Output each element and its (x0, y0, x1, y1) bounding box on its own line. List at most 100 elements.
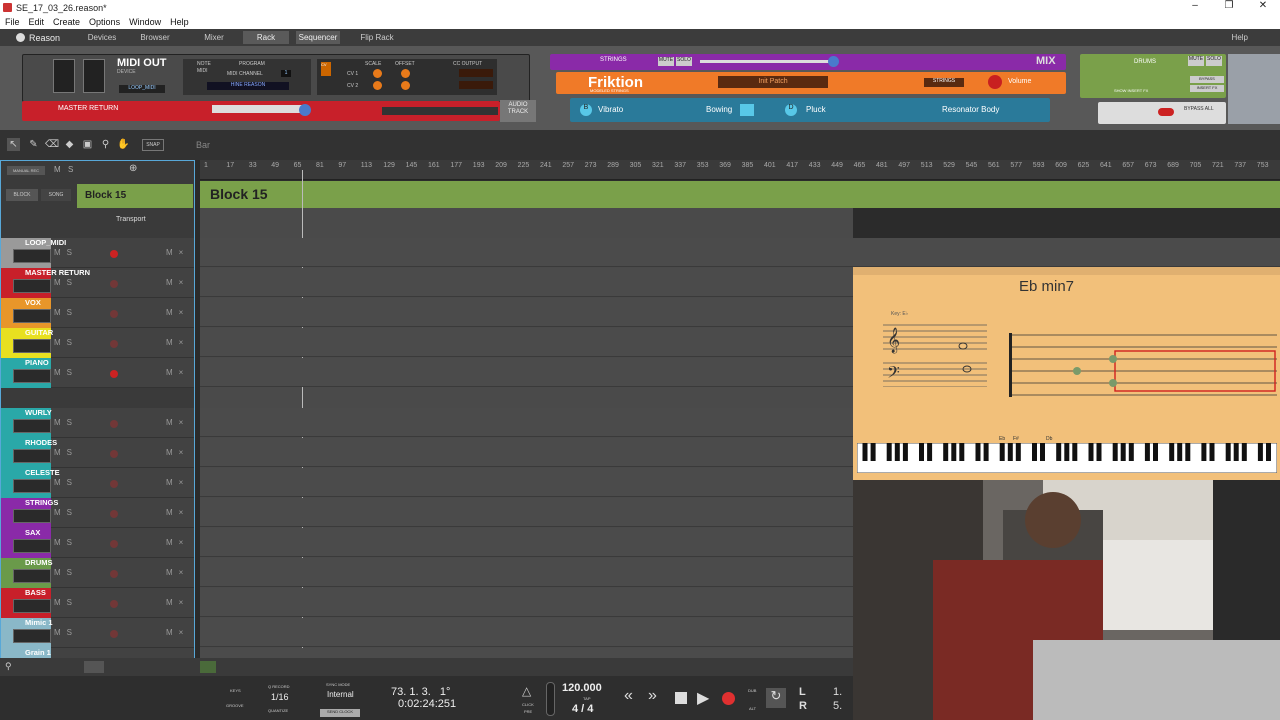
track-mute-delete[interactable]: M× (166, 418, 189, 427)
track-lane[interactable] (200, 328, 853, 357)
record-enable-icon[interactable] (110, 420, 118, 428)
cc-value-1[interactable] (459, 69, 493, 77)
drums-bypass-button[interactable]: BYPASS (1190, 76, 1224, 83)
track-mute-solo[interactable]: MS (54, 368, 78, 377)
minimize-button[interactable]: – (1178, 0, 1212, 15)
track-header[interactable]: LOOP_MIDI MS M× (1, 238, 194, 268)
device-thumbnail[interactable] (13, 539, 51, 553)
track-header[interactable]: VOX MS M× (1, 298, 194, 328)
device-thumbnail[interactable] (13, 449, 51, 463)
snap-grid-select[interactable]: Bar (196, 140, 210, 150)
track-lane[interactable] (200, 298, 853, 327)
track-lane[interactable] (200, 438, 853, 467)
track-name[interactable]: Mimic 1 (25, 618, 53, 627)
menu-create[interactable]: Create (53, 17, 80, 27)
scroll-thumb[interactable] (200, 661, 216, 673)
track-mute-delete[interactable]: M× (166, 338, 189, 347)
track-mute-delete[interactable]: M× (166, 248, 189, 257)
track-mute-solo[interactable]: MS (54, 248, 78, 257)
track-mute-solo[interactable]: MS (54, 418, 78, 427)
track-header[interactable]: SAX MS M× (1, 528, 194, 558)
track-mute-solo[interactable]: MS (54, 478, 78, 487)
left-locator-value[interactable]: 1. (833, 686, 842, 698)
quantize-value[interactable]: 1/16 (271, 692, 289, 702)
track-lane[interactable] (200, 588, 853, 617)
track-name[interactable]: VOX (25, 298, 41, 307)
record-enable-icon[interactable] (110, 310, 118, 318)
device-thumbnail[interactable] (13, 309, 51, 323)
song-position-display[interactable]: 73. 1. 3. 1° (391, 686, 450, 698)
friktion-patch-display[interactable]: Init Patch (718, 76, 828, 88)
device-thumbnail[interactable] (13, 479, 51, 493)
track-name[interactable]: DRUMS (25, 558, 53, 567)
master-return-knob[interactable] (299, 104, 311, 116)
tab-sequencer[interactable]: Sequencer (296, 31, 340, 44)
block-mode-button[interactable]: BLOCK (6, 189, 38, 201)
track-lane[interactable] (200, 558, 853, 587)
track-name[interactable]: PIANO (25, 358, 49, 367)
cc-value-2[interactable] (459, 81, 493, 89)
menu-options[interactable]: Options (89, 17, 120, 27)
record-enable-icon[interactable] (110, 600, 118, 608)
block-select[interactable]: Block 15 (77, 184, 193, 208)
snap-button[interactable]: SNAP (142, 139, 164, 151)
track-header[interactable]: Mimic 1 MS M× (1, 618, 194, 648)
scale-knob-1[interactable] (373, 69, 382, 78)
time-signature-display[interactable]: 4 / 4 (572, 703, 593, 715)
record-enable-icon[interactable] (110, 570, 118, 578)
track-mute-solo[interactable]: MS (54, 448, 78, 457)
pluck-d-button[interactable]: D (785, 104, 797, 116)
track-header[interactable]: WURLY MS M× (1, 408, 194, 438)
track-mute-solo[interactable]: MS (54, 338, 78, 347)
menu-window[interactable]: Window (129, 17, 161, 27)
tab-mixer[interactable]: Mixer (196, 31, 232, 44)
track-name[interactable]: CELESTE (25, 468, 60, 477)
device-thumbnail[interactable] (13, 509, 51, 523)
drums-mute-button[interactable]: MUTE (1188, 56, 1204, 66)
track-header[interactable]: BASS MS M× (1, 588, 194, 618)
track-lane[interactable] (200, 468, 853, 497)
track-mute-delete[interactable]: M× (166, 308, 189, 317)
maximize-button[interactable]: ❐ (1212, 0, 1246, 15)
track-mute-delete[interactable]: M× (166, 538, 189, 547)
record-enable-icon[interactable] (110, 630, 118, 638)
play-icon[interactable]: ▶ (697, 688, 709, 708)
device-thumbnail[interactable] (13, 419, 51, 433)
track-mute-solo[interactable]: MS (54, 568, 78, 577)
track-mute-delete[interactable]: M× (166, 448, 189, 457)
device-thumbnail[interactable] (13, 339, 51, 353)
track-mute-solo[interactable]: MS (54, 628, 78, 637)
mod-wheel[interactable] (83, 59, 105, 93)
track-name[interactable]: RHODES (25, 438, 57, 447)
bypass-all-toggle[interactable] (1158, 108, 1174, 116)
track-name[interactable]: BASS (25, 588, 46, 597)
track-mute-solo[interactable]: MS (54, 598, 78, 607)
add-track-icon[interactable]: ⊕ (129, 163, 137, 174)
track-header[interactable]: PIANO MS M× (1, 358, 194, 388)
record-enable-icon[interactable] (110, 540, 118, 548)
record-enable-icon[interactable] (110, 250, 118, 258)
track-lane[interactable] (200, 498, 853, 527)
tab-rack[interactable]: Rack (243, 31, 289, 44)
track-mute-delete[interactable]: M× (166, 568, 189, 577)
track-mute-solo[interactable]: MS (54, 508, 78, 517)
hand-tool-icon[interactable]: ✋ (117, 138, 130, 151)
track-mute-delete[interactable]: M× (166, 508, 189, 517)
record-enable-icon[interactable] (110, 450, 118, 458)
track-name[interactable]: SAX (25, 528, 40, 537)
track-mute-solo[interactable]: MS (54, 278, 78, 287)
track-lane[interactable] (200, 408, 853, 437)
device-thumbnail[interactable] (13, 569, 51, 583)
track-mute-delete[interactable]: M× (166, 278, 189, 287)
track-name[interactable]: STRINGS (25, 498, 58, 507)
midi-port-display[interactable]: LOOP_MIDI (119, 85, 165, 93)
midi-device-display[interactable]: HINE REASON (207, 82, 289, 90)
eraser-tool-icon[interactable]: ⌫ (45, 138, 59, 151)
send-clock-button[interactable]: SEND CLOCK (320, 709, 360, 717)
right-locator-value[interactable]: 5. (833, 700, 842, 712)
device-thumbnail[interactable] (13, 629, 51, 643)
track-mute-delete[interactable]: M× (166, 478, 189, 487)
friktion-fader[interactable] (700, 60, 830, 63)
drums-solo-button[interactable]: SOLO (1206, 56, 1222, 66)
song-time-display[interactable]: 0:02:24:251 (398, 698, 456, 710)
